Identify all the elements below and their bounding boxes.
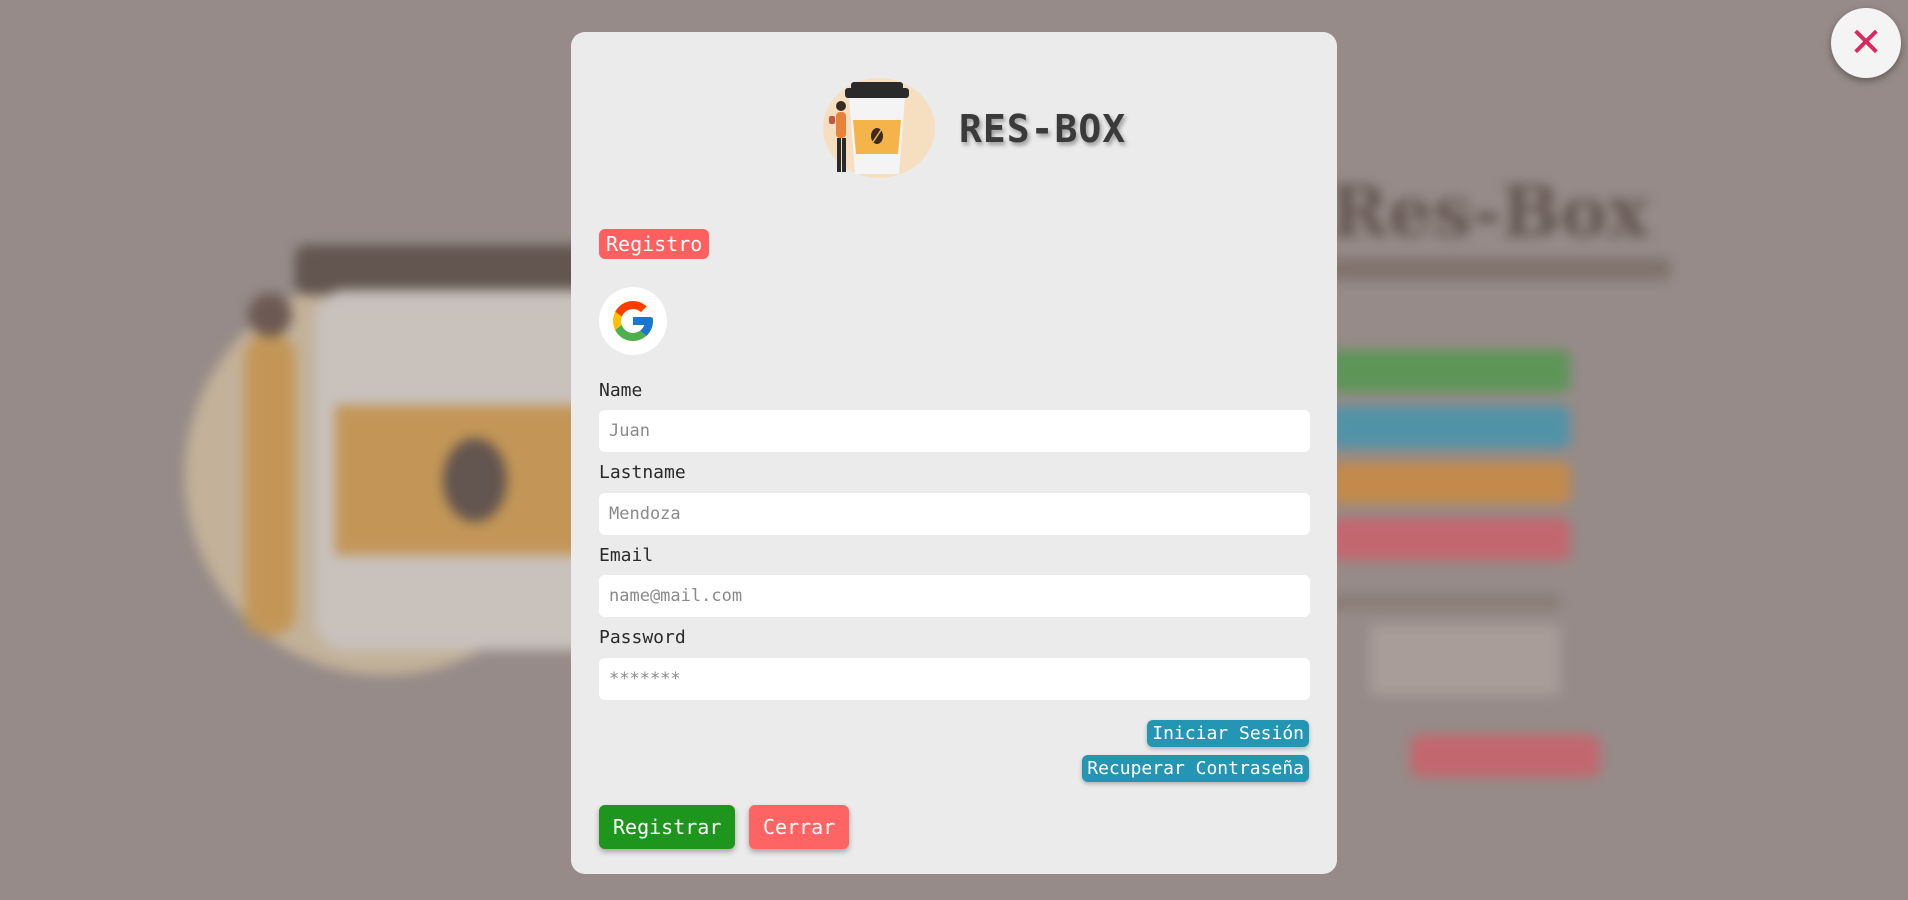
- background-button-3: [1330, 462, 1570, 504]
- password-label: Password: [599, 627, 686, 648]
- lastname-label: Lastname: [599, 462, 686, 483]
- lastname-input[interactable]: [599, 493, 1310, 535]
- name-label: Name: [599, 380, 643, 401]
- coffee-cup-illustration: [823, 78, 935, 178]
- google-icon: [613, 301, 653, 341]
- email-label: Email: [599, 545, 654, 566]
- background-button-1: [1330, 350, 1570, 392]
- close-modal-button[interactable]: ✕: [1831, 8, 1901, 78]
- background-subtitle: [1330, 258, 1670, 280]
- brand: RES-BOX: [819, 76, 1126, 182]
- name-input[interactable]: [599, 410, 1310, 452]
- background-red-button: [1410, 735, 1600, 777]
- register-button[interactable]: Registrar: [599, 805, 736, 849]
- recover-password-button[interactable]: Recuperar Contraseña: [1082, 755, 1309, 782]
- registro-badge: Registro: [599, 229, 710, 259]
- background-title: Res-Box: [1330, 170, 1649, 253]
- register-modal: RES-BOX Registro Name Lastname Email Pas…: [571, 32, 1337, 874]
- background-button-2: [1330, 406, 1570, 448]
- email-input[interactable]: [599, 575, 1310, 617]
- cancel-button[interactable]: Cerrar: [749, 805, 850, 849]
- background-button-4: [1330, 518, 1570, 560]
- brand-name: RES-BOX: [959, 107, 1127, 151]
- background-card: [1370, 625, 1560, 695]
- close-icon: ✕: [1849, 20, 1883, 66]
- login-link-button[interactable]: Iniciar Sesión: [1147, 720, 1309, 747]
- google-signin-button[interactable]: [599, 287, 667, 355]
- background-text-line: [1330, 595, 1560, 609]
- password-input[interactable]: [599, 658, 1310, 700]
